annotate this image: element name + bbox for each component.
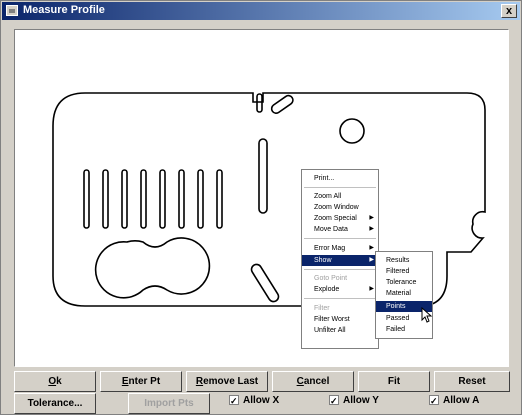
menu-item-show[interactable]: Show ▶ xyxy=(302,255,378,266)
window-title: Measure Profile xyxy=(23,4,105,16)
enter-pt-button[interactable]: Enter Pt xyxy=(100,371,182,392)
app-icon xyxy=(6,5,18,16)
submenu-item-results[interactable]: Results xyxy=(376,255,432,266)
slot-2 xyxy=(102,169,109,229)
allow-a-checkbox[interactable]: Allow A xyxy=(429,393,479,409)
slot-8 xyxy=(216,169,223,229)
submenu-arrow-icon: ▶ xyxy=(369,215,374,221)
menu-item-goto-point[interactable]: Goto Point xyxy=(302,273,378,284)
double-circle-cutout xyxy=(94,237,211,299)
menu-item-filter-worst[interactable]: Filter Worst xyxy=(302,314,378,325)
reset-button[interactable]: Reset xyxy=(434,371,510,392)
context-menu: Print... Zoom All Zoom Window Zoom Speci… xyxy=(301,169,379,349)
import-pts-button[interactable]: Import Pts xyxy=(128,393,210,414)
tolerance-button[interactable]: Tolerance... xyxy=(14,393,96,414)
checkbox-checked-icon xyxy=(229,393,239,409)
slot-4 xyxy=(140,169,147,229)
menu-item-print[interactable]: Print... xyxy=(302,173,378,184)
allow-y-checkbox[interactable]: Allow Y xyxy=(329,393,379,409)
slot-6 xyxy=(178,169,185,229)
menu-item-move-data[interactable]: Move Data ▶ xyxy=(302,224,378,235)
slot-5 xyxy=(159,169,166,229)
submenu-item-tolerance[interactable]: Tolerance xyxy=(376,277,432,288)
menu-item-zoom-all[interactable]: Zoom All xyxy=(302,191,378,202)
top-slot xyxy=(256,93,263,113)
submenu-arrow-icon: ▶ xyxy=(369,226,374,232)
slot-7 xyxy=(197,169,204,229)
submenu-arrow-icon: ▶ xyxy=(369,245,374,251)
hole-circle xyxy=(339,118,365,144)
menu-separator xyxy=(304,187,376,188)
measure-profile-window: Measure Profile x Print... Zoom All Zoom… xyxy=(0,0,522,415)
tilted-slot-top xyxy=(270,94,294,115)
submenu-arrow-icon: ▶ xyxy=(369,257,374,263)
checkbox-checked-icon xyxy=(429,393,439,409)
close-button[interactable]: x xyxy=(501,4,517,18)
submenu-item-failed[interactable]: Failed xyxy=(376,324,432,335)
submenu-item-filtered[interactable]: Filtered xyxy=(376,266,432,277)
submenu-item-material[interactable]: Material xyxy=(376,288,432,299)
part-profile-drawing xyxy=(52,92,486,307)
remove-last-button[interactable]: Remove Last xyxy=(186,371,268,392)
menu-separator xyxy=(304,269,376,270)
menu-separator xyxy=(304,298,376,299)
slot-1 xyxy=(83,169,90,229)
menu-item-filter[interactable]: Filter xyxy=(302,303,378,314)
allow-x-checkbox[interactable]: Allow X xyxy=(229,393,279,409)
menu-item-explode[interactable]: Explode ▶ xyxy=(302,284,378,295)
close-icon: x xyxy=(505,5,513,17)
menu-item-zoom-special[interactable]: Zoom Special ▶ xyxy=(302,213,378,224)
title-bar[interactable]: Measure Profile x xyxy=(2,2,520,20)
menu-item-unfilter-all[interactable]: Unfilter All xyxy=(302,325,378,336)
mouse-cursor-icon xyxy=(421,307,433,323)
fit-button[interactable]: Fit xyxy=(358,371,430,392)
menu-separator xyxy=(304,238,376,239)
show-submenu: Results Filtered Tolerance Material Poin… xyxy=(375,251,433,339)
slot-3 xyxy=(121,169,128,229)
tilted-slot-bottom xyxy=(250,263,280,303)
menu-item-error-mag[interactable]: Error Mag ▶ xyxy=(302,243,378,254)
submenu-arrow-icon: ▶ xyxy=(369,286,374,292)
menu-item-zoom-window[interactable]: Zoom Window xyxy=(302,202,378,213)
cancel-button[interactable]: Cancel xyxy=(272,371,354,392)
checkbox-checked-icon xyxy=(329,393,339,409)
ok-button[interactable]: Ok xyxy=(14,371,96,392)
profile-canvas[interactable] xyxy=(14,29,509,367)
vertical-slot xyxy=(258,138,268,214)
